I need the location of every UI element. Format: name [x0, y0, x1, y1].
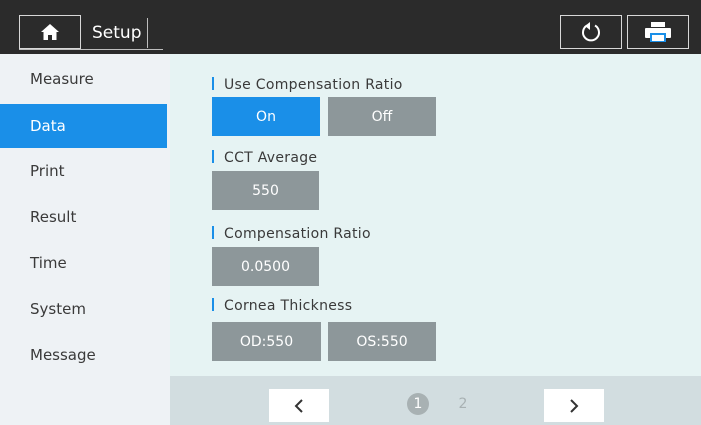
cornea-os-field[interactable]: OS:550	[328, 322, 436, 361]
next-page-button[interactable]	[544, 389, 604, 422]
cornea-od-field[interactable]: OD:550	[212, 322, 321, 361]
chevron-left-icon	[294, 398, 303, 413]
title-underline	[19, 49, 163, 50]
sidebar-item-data[interactable]: Data	[0, 104, 167, 148]
pagination-bar: 1 2	[170, 376, 701, 425]
label-marker	[212, 150, 214, 163]
cct-average-label-text: CCT Average	[224, 150, 318, 166]
printer-icon	[645, 22, 671, 42]
chevron-right-icon	[570, 398, 579, 413]
sidebar-item-print[interactable]: Print	[0, 149, 167, 193]
sidebar-item-message[interactable]: Message	[0, 333, 167, 377]
top-bar: Setup	[0, 0, 701, 54]
cct-average-label: CCT Average	[212, 150, 317, 166]
compensation-toggle-label: Use Compensation Ratio	[212, 77, 403, 93]
label-marker	[212, 226, 214, 239]
home-icon	[41, 24, 59, 40]
settings-panel: Use Compensation Ratio On Off CCT Averag…	[170, 54, 701, 376]
home-button[interactable]	[19, 15, 81, 49]
sidebar-item-time[interactable]: Time	[0, 241, 167, 285]
compensation-toggle-label-text: Use Compensation Ratio	[224, 77, 403, 93]
print-button[interactable]	[627, 15, 689, 49]
compensation-on-button[interactable]: On	[212, 97, 320, 136]
sidebar-item-result[interactable]: Result	[0, 195, 167, 239]
cornea-thickness-label: Cornea Thickness	[212, 298, 352, 314]
refresh-button[interactable]	[560, 15, 622, 49]
cornea-thickness-label-text: Cornea Thickness	[224, 298, 353, 314]
compensation-ratio-label: Compensation Ratio	[212, 226, 371, 242]
compensation-ratio-label-text: Compensation Ratio	[224, 226, 371, 242]
page-2-indicator[interactable]: 2	[452, 393, 474, 415]
label-marker	[212, 298, 214, 311]
label-marker	[212, 77, 214, 90]
prev-page-button[interactable]	[269, 389, 329, 422]
sidebar: Measure Data Print Result Time System Me…	[0, 54, 170, 425]
sidebar-item-measure[interactable]: Measure	[0, 57, 167, 101]
cct-average-field[interactable]: 550	[212, 171, 319, 210]
sidebar-item-system[interactable]: System	[0, 287, 167, 331]
compensation-ratio-field[interactable]: 0.0500	[212, 247, 319, 286]
page-1-indicator[interactable]: 1	[407, 393, 429, 415]
compensation-off-button[interactable]: Off	[328, 97, 436, 136]
page-title: Setup	[86, 18, 149, 48]
refresh-icon	[582, 22, 600, 42]
